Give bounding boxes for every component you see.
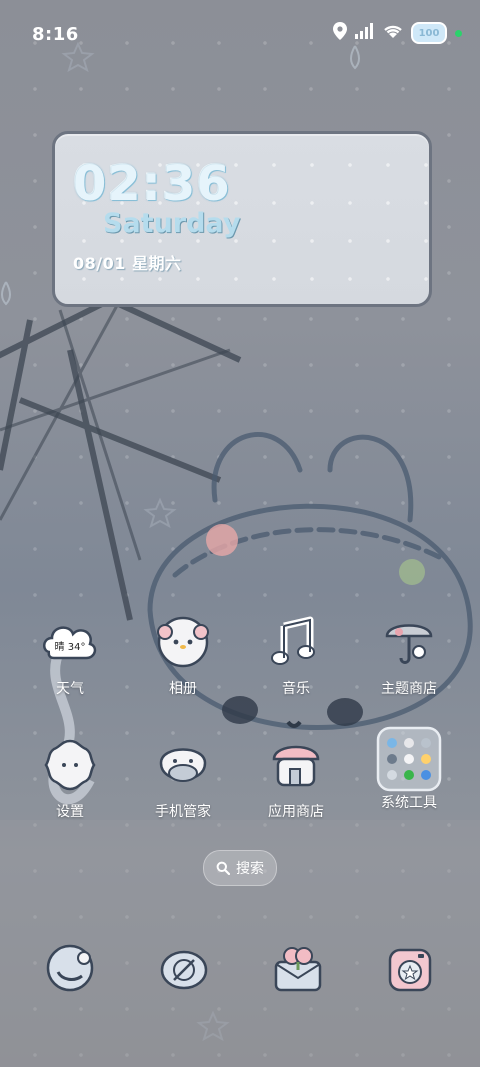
widget-time: 02:36 xyxy=(73,156,231,212)
app-settings[interactable]: 设置 xyxy=(20,735,120,821)
phone-icon[interactable] xyxy=(42,940,98,996)
search-label: 搜索 xyxy=(236,861,264,877)
messages-icon[interactable] xyxy=(156,940,212,996)
gallery-icon xyxy=(157,616,209,668)
app-system-tools-folder[interactable]: 系统工具 xyxy=(359,726,459,812)
status-bar: 8:16 100 xyxy=(0,0,480,68)
app-label: 系统工具 xyxy=(381,795,437,811)
browser-icon[interactable] xyxy=(270,940,326,996)
settings-icon xyxy=(44,739,96,791)
theme-store-icon xyxy=(385,624,433,664)
status-icons: 100 xyxy=(333,22,462,44)
widget-date: 08/01 星期六 xyxy=(73,254,182,273)
app-weather[interactable]: 晴 34° 天气 xyxy=(20,612,120,698)
search-icon xyxy=(216,861,230,875)
app-label: 天气 xyxy=(56,681,84,697)
app-app-store[interactable]: 应用商店 xyxy=(246,735,346,821)
clock-widget[interactable]: 02:36 Saturday 08/01 星期六 xyxy=(52,131,432,307)
phone-manager-icon xyxy=(159,748,207,782)
search-button[interactable]: 搜索 xyxy=(203,850,277,886)
app-label: 设置 xyxy=(56,804,84,820)
app-theme-store[interactable]: 主题商店 xyxy=(359,612,459,698)
music-icon xyxy=(271,616,315,665)
weather-icon: 晴 34° xyxy=(43,626,97,660)
app-label: 手机管家 xyxy=(155,804,211,820)
app-gallery[interactable]: 相册 xyxy=(133,612,233,698)
app-label: 主题商店 xyxy=(381,681,437,697)
app-phone-manager[interactable]: 手机管家 xyxy=(133,735,233,821)
privacy-dot-icon xyxy=(455,29,462,37)
status-time: 8:16 xyxy=(32,24,79,45)
signal-icon xyxy=(355,23,375,43)
app-label: 音乐 xyxy=(282,681,310,697)
wifi-icon xyxy=(383,23,403,43)
battery-icon: 100 xyxy=(411,22,447,44)
location-icon xyxy=(333,22,347,44)
app-store-icon xyxy=(272,745,320,787)
app-label: 相册 xyxy=(169,681,197,697)
app-label: 应用商店 xyxy=(268,804,324,820)
system-tools-folder-icon xyxy=(376,726,442,792)
weather-badge: 晴 34° xyxy=(55,640,86,653)
widget-day: Saturday xyxy=(103,208,241,239)
app-music[interactable]: 音乐 xyxy=(246,612,346,698)
camera-icon[interactable] xyxy=(382,940,438,996)
